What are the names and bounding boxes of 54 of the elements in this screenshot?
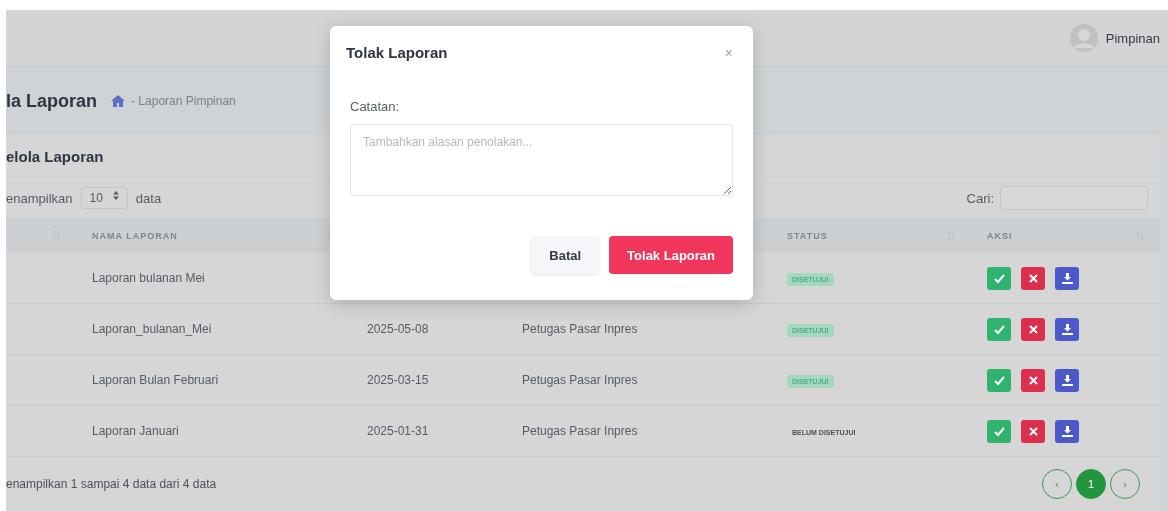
close-icon bbox=[1027, 374, 1039, 386]
home-icon[interactable] bbox=[111, 95, 126, 107]
column-header[interactable]: STATUS bbox=[787, 230, 828, 241]
cancel-button[interactable]: Batal bbox=[531, 236, 600, 274]
field-label: Catatan: bbox=[350, 99, 401, 114]
check-icon bbox=[993, 323, 1005, 335]
download-icon bbox=[1061, 425, 1073, 437]
table-cell: 2025-03-15 bbox=[367, 373, 429, 387]
table-cell: Laporan_bulanan_Mei bbox=[92, 322, 212, 336]
download-button[interactable] bbox=[1055, 368, 1079, 392]
table-cell: Petugas Pasar Inpres bbox=[522, 424, 638, 438]
approve-button[interactable] bbox=[987, 368, 1011, 392]
table-cell: Petugas Pasar Inpres bbox=[522, 373, 638, 387]
stepper-icon bbox=[112, 191, 119, 200]
column-header[interactable]: AKSI bbox=[987, 230, 1013, 241]
close-icon bbox=[1027, 272, 1039, 284]
approve-button[interactable] bbox=[987, 317, 1011, 341]
user-name[interactable]: Pimpinan bbox=[1105, 30, 1160, 46]
reject-button[interactable] bbox=[1021, 368, 1045, 392]
download-button[interactable] bbox=[1055, 317, 1079, 341]
note-field[interactable]: Tambahkan alasan penolakan... bbox=[350, 124, 733, 196]
table-cell: 2025-05-08 bbox=[367, 322, 429, 336]
download-button[interactable] bbox=[1055, 419, 1079, 443]
reject-button[interactable] bbox=[1021, 419, 1045, 443]
reject-button[interactable] bbox=[1021, 317, 1045, 341]
reject-button[interactable]: Tolak Laporan bbox=[609, 236, 733, 274]
download-icon bbox=[1061, 272, 1073, 284]
close-icon bbox=[1027, 425, 1039, 437]
column-header[interactable]: NAMA LAPORAN bbox=[92, 230, 178, 241]
table-cell: Petugas Pasar Inpres bbox=[522, 322, 638, 336]
reject-button[interactable] bbox=[1021, 266, 1045, 290]
table-cell: 2025-01-31 bbox=[367, 424, 429, 438]
approve-button[interactable] bbox=[987, 266, 1011, 290]
table-cell: Laporan bulanan Mei bbox=[92, 271, 205, 285]
page-title: la Laporan bbox=[6, 90, 98, 112]
check-icon bbox=[993, 374, 1005, 386]
table-cell: Laporan Bulan Februari bbox=[92, 373, 219, 387]
modal-title: Tolak Laporan bbox=[346, 44, 448, 61]
breadcrumb: - Laporan Pimpinan bbox=[131, 94, 236, 108]
table-cell: Laporan Januari bbox=[92, 424, 179, 438]
download-icon bbox=[1061, 374, 1073, 386]
close-button[interactable]: × bbox=[724, 44, 733, 61]
close-icon bbox=[1027, 323, 1039, 335]
download-icon bbox=[1061, 323, 1073, 335]
search-label: Cari: bbox=[966, 190, 994, 206]
length-select[interactable]: 10 bbox=[80, 187, 128, 209]
page-button[interactable]: 1 bbox=[1076, 469, 1106, 499]
check-icon bbox=[993, 425, 1005, 437]
length-label: enampilkan bbox=[6, 190, 73, 206]
check-icon bbox=[993, 272, 1005, 284]
download-button[interactable] bbox=[1055, 266, 1079, 290]
length-label: data bbox=[135, 190, 162, 206]
table-info: enampilkan 1 sampai 4 data dari 4 data bbox=[6, 477, 217, 491]
approve-button[interactable] bbox=[987, 419, 1011, 443]
